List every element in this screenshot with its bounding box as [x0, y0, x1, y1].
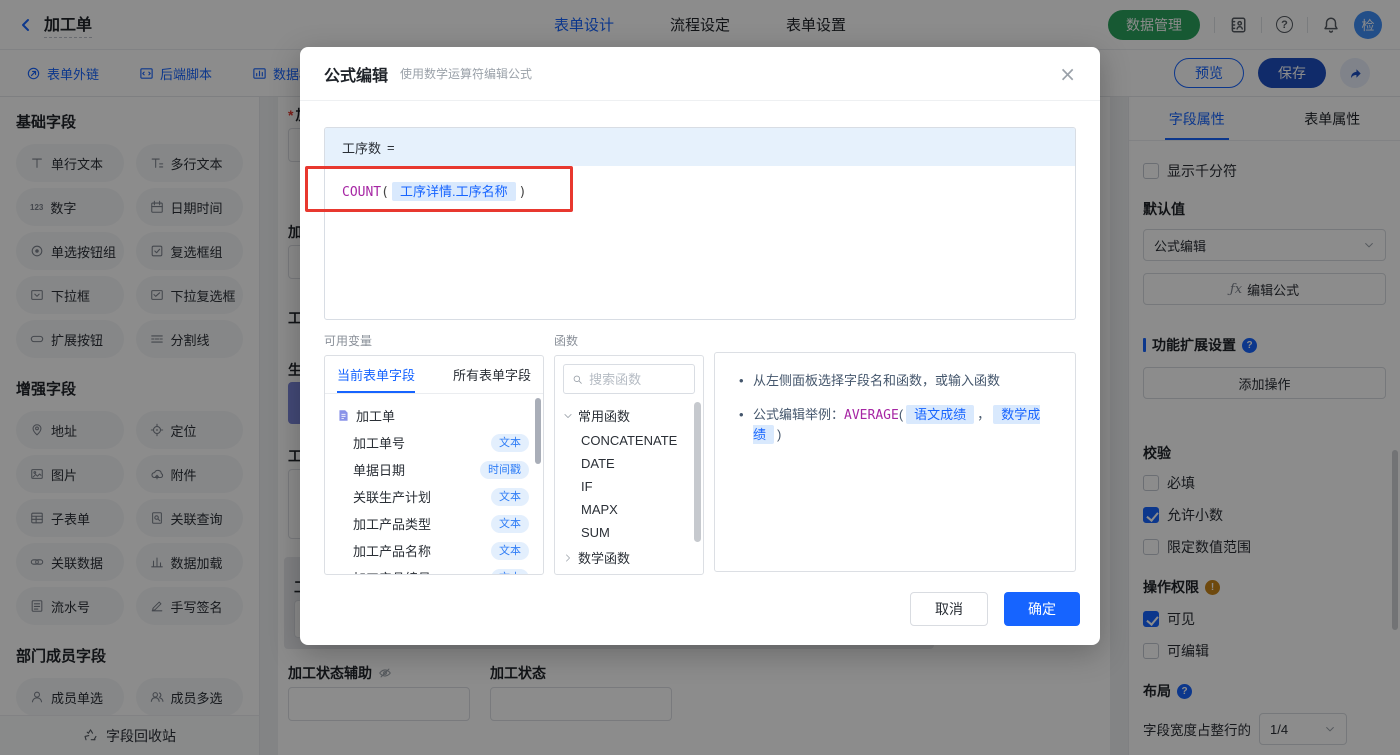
field-chip[interactable]: 工序详情.工序名称: [391, 182, 516, 201]
variable-row[interactable]: 加工产品名称 文本: [325, 537, 543, 564]
variable-row[interactable]: 加工产品编号 文本: [325, 564, 543, 574]
function-search[interactable]: [563, 364, 695, 394]
formula-target-field: 工序数: [342, 140, 382, 156]
dialog-header: 公式编辑 使用数学运算符编辑公式 ×: [300, 47, 1100, 101]
function-group-math[interactable]: 数学函数: [555, 544, 703, 571]
dialog-body: 工序数 = COUNT(工序详情.工序名称) 可用变量 当前表单字段 所有表单字…: [300, 101, 1100, 575]
dialog-title: 公式编辑: [324, 67, 389, 85]
tab-all-form-fields[interactable]: 所有表单字段: [453, 356, 531, 393]
variables-tree: 加工单 加工单号 文本 单据日期 时间戳 关联生产计划 文本 加工产品类型 文本…: [325, 394, 543, 574]
function-item[interactable]: SUM: [555, 521, 703, 544]
functions-box: 常用函数 CONCATENATE DATE IF MAPX SUM 数学函数 文…: [554, 355, 704, 575]
paren-close: ): [518, 185, 527, 200]
equals-sign: =: [387, 139, 395, 155]
search-icon: [573, 375, 582, 384]
close-icon[interactable]: ×: [1059, 64, 1076, 84]
chevron-right-icon: [566, 554, 570, 561]
variable-row[interactable]: 加工产品类型 文本: [325, 510, 543, 537]
dialog-footer: 取消 确定: [910, 592, 1080, 626]
function-name: COUNT: [342, 185, 382, 200]
tab-current-form-fields[interactable]: 当前表单字段: [337, 356, 416, 393]
type-badge: 文本: [491, 514, 529, 533]
function-item[interactable]: IF: [555, 475, 703, 498]
formula-expression[interactable]: COUNT(工序详情.工序名称): [325, 166, 1075, 215]
help-spacer: [714, 332, 1076, 346]
functions-scrollbar[interactable]: [694, 402, 701, 542]
paren-open: (: [381, 185, 389, 200]
variables-label: 可用变量: [324, 334, 373, 348]
function-item[interactable]: MAPX: [555, 498, 703, 521]
confirm-button[interactable]: 确定: [1004, 592, 1080, 626]
help-column: 从左侧面板选择字段名和函数，或输入函数 公式编辑举例：AVERAGE(语文成绩，…: [714, 332, 1076, 575]
function-group-text[interactable]: 文本函数: [555, 571, 703, 574]
tree-root-form[interactable]: 加工单: [325, 402, 543, 429]
variable-row[interactable]: 关联生产计划 文本: [325, 483, 543, 510]
functions-column: 函数 常用函数 CONCATENATE DATE IF MAPX: [554, 332, 704, 575]
variables-scrollbar[interactable]: [535, 398, 541, 464]
chevron-down-icon: [564, 413, 572, 418]
variables-tabs: 当前表单字段 所有表单字段: [325, 356, 543, 394]
function-group-common[interactable]: 常用函数: [555, 402, 703, 429]
formula-edit-dialog: 公式编辑 使用数学运算符编辑公式 × 工序数 = COUNT(工序详情.工序名称…: [300, 47, 1100, 645]
help-tip-1: 从左侧面板选择字段名和函数，或输入函数: [737, 371, 1053, 391]
help-box: 从左侧面板选择字段名和函数，或输入函数 公式编辑举例：AVERAGE(语文成绩，…: [714, 352, 1076, 572]
type-badge: 文本: [491, 541, 529, 560]
type-badge: 时间戳: [480, 460, 529, 479]
cancel-button[interactable]: 取消: [910, 592, 988, 626]
help-tip-2: 公式编辑举例：AVERAGE(语文成绩，数学成绩): [737, 404, 1053, 445]
type-badge: 文本: [491, 568, 529, 574]
variable-row[interactable]: 加工单号 文本: [325, 429, 543, 456]
type-badge: 文本: [491, 433, 529, 452]
function-item[interactable]: CONCATENATE: [555, 429, 703, 452]
function-item[interactable]: DATE: [555, 452, 703, 475]
type-badge: 文本: [491, 487, 529, 506]
dialog-subtitle: 使用数学运算符编辑公式: [400, 67, 533, 81]
variables-box: 当前表单字段 所有表单字段 加工单 加工单号 文本 单据日期 时间戳 关联生产计…: [324, 355, 544, 575]
functions-label: 函数: [554, 334, 579, 348]
document-icon: [339, 410, 348, 421]
dialog-middle-row: 可用变量 当前表单字段 所有表单字段 加工单 加工单号 文本 单据日期 时间戳 …: [324, 332, 1076, 575]
formula-target-strip: 工序数 =: [325, 128, 1075, 166]
variable-row[interactable]: 单据日期 时间戳: [325, 456, 543, 483]
example-chip-1: 语文成绩: [906, 404, 975, 424]
formula-editor-box[interactable]: 工序数 = COUNT(工序详情.工序名称): [324, 127, 1076, 320]
variables-column: 可用变量 当前表单字段 所有表单字段 加工单 加工单号 文本 单据日期 时间戳 …: [324, 332, 544, 575]
example-function-name: AVERAGE: [844, 407, 899, 423]
function-search-input[interactable]: [589, 371, 686, 387]
